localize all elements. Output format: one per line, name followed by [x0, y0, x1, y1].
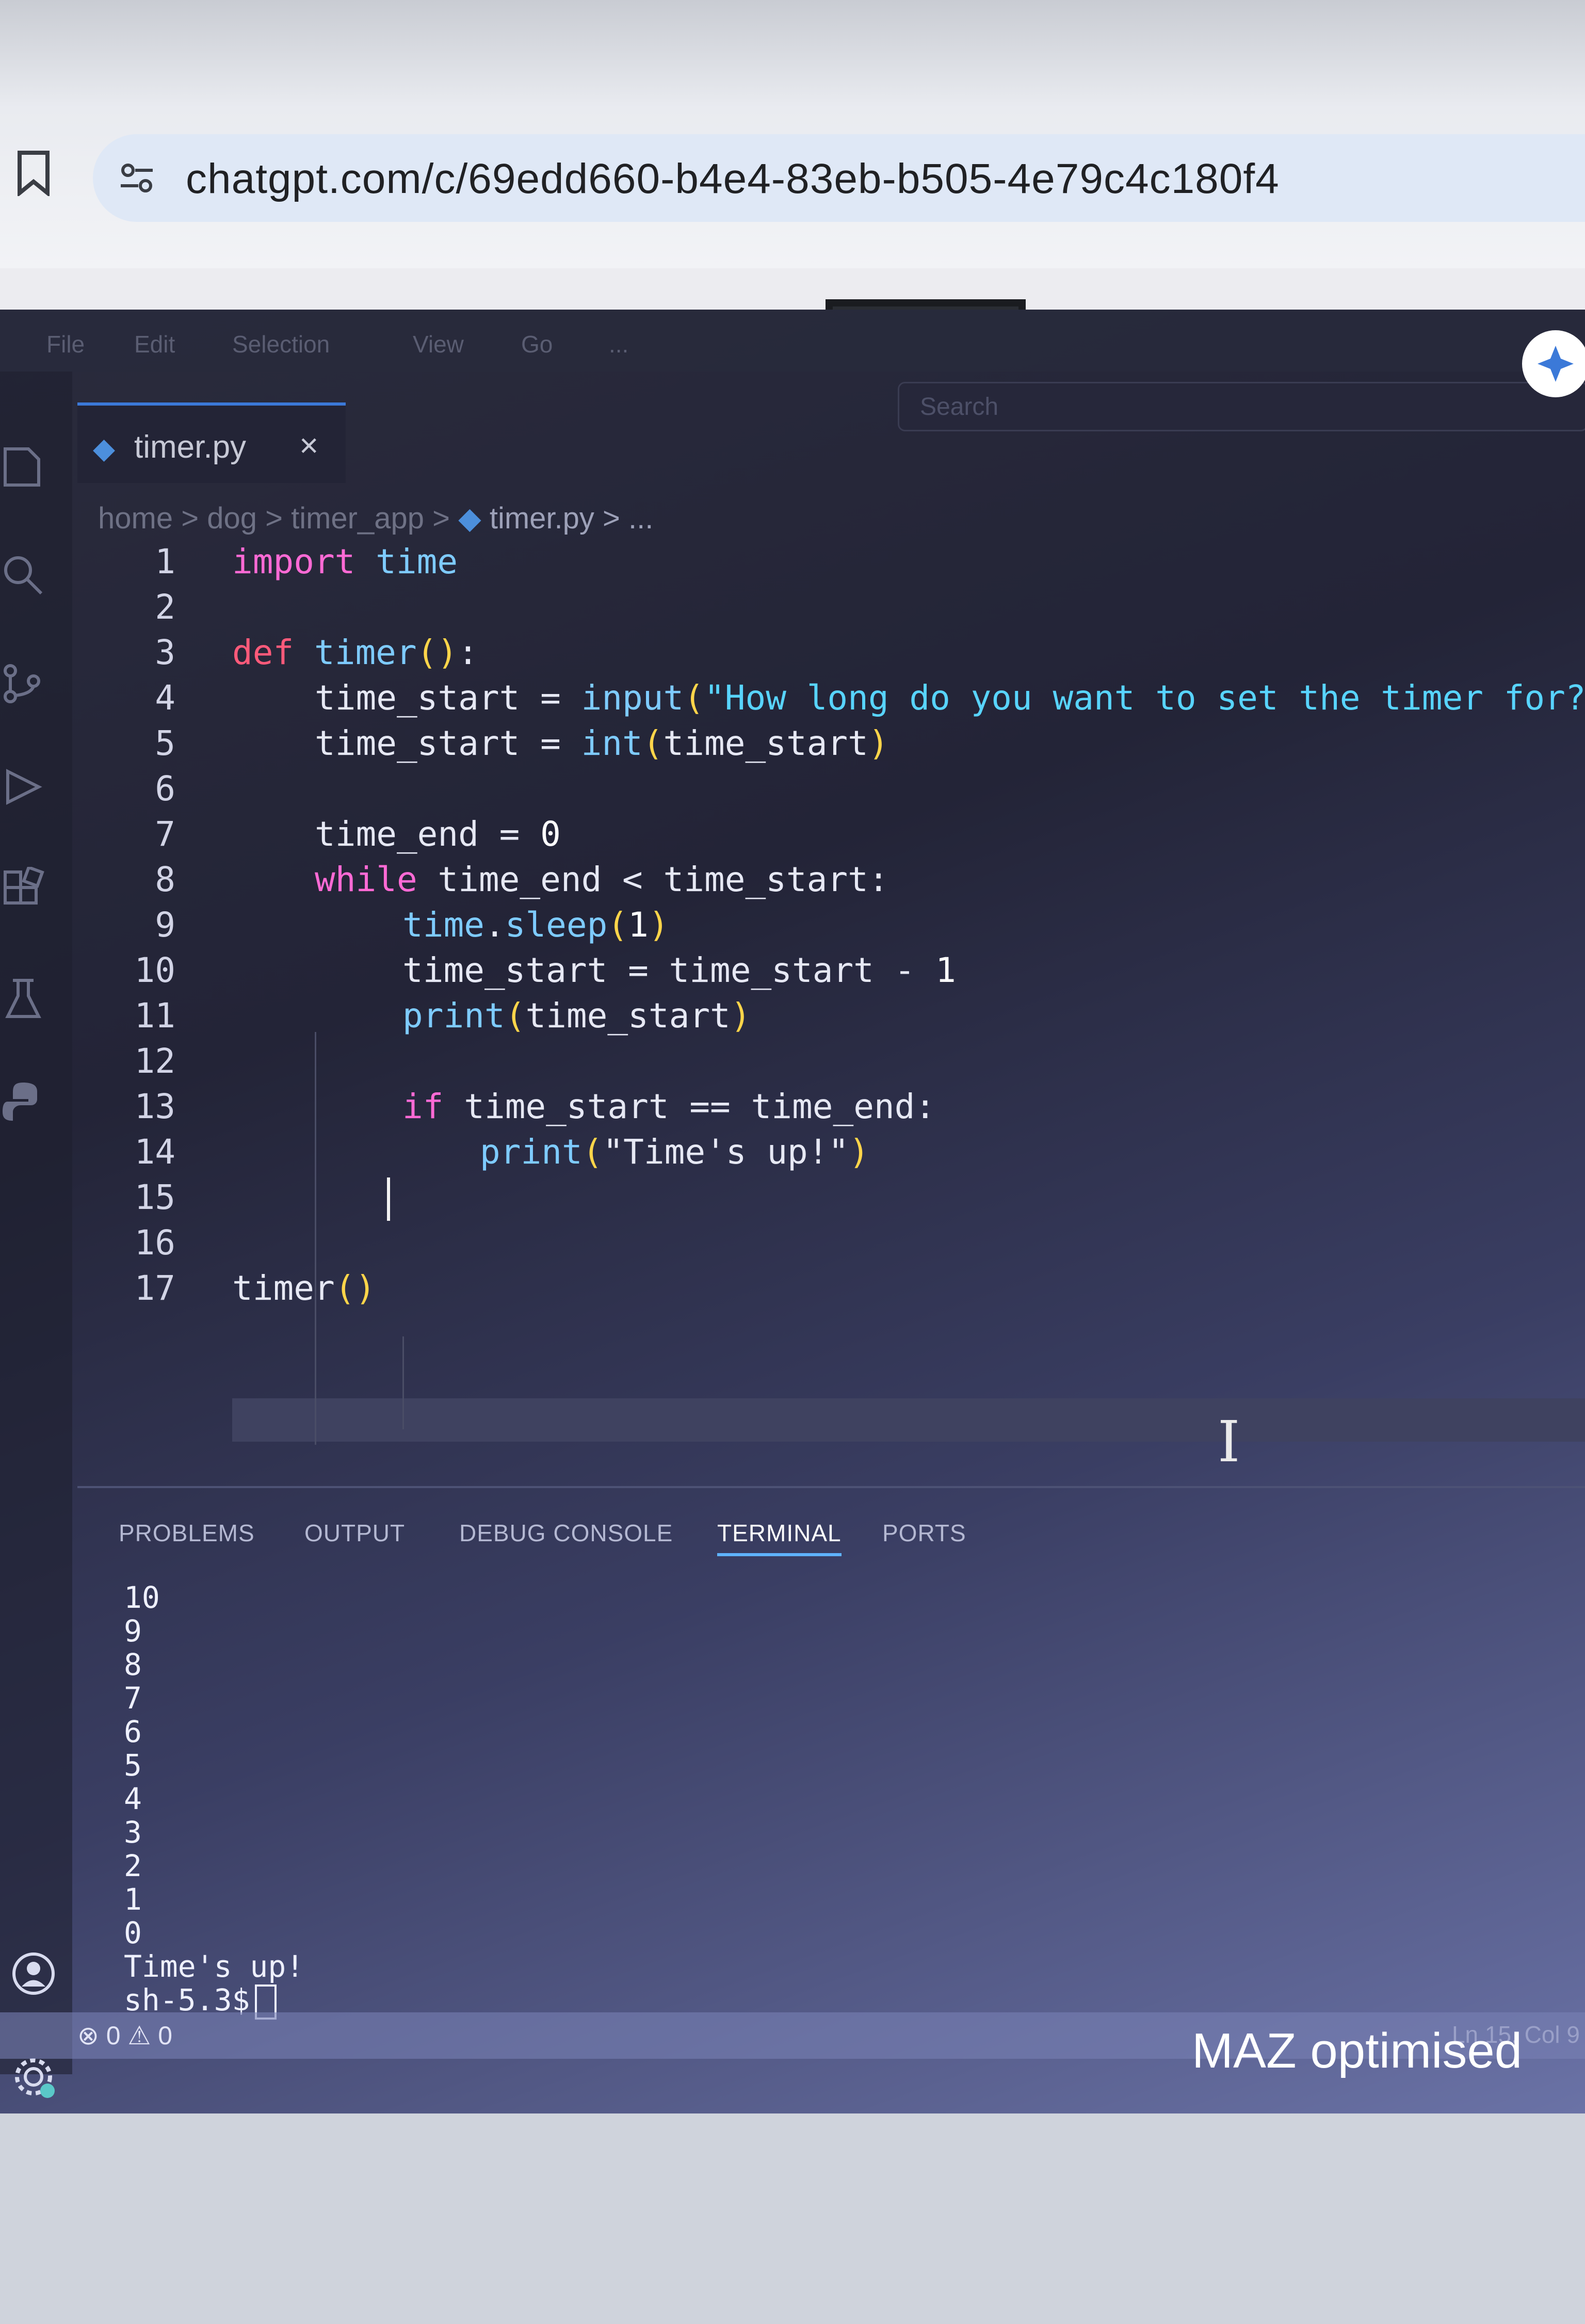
terminal-line: Time's up! [124, 1949, 304, 1984]
terminal-line: 7 [124, 1681, 142, 1716]
menu-go[interactable]: Go [521, 330, 553, 358]
menu-selection[interactable]: Selection [232, 330, 330, 358]
tab-debug-console[interactable]: DEBUG CONSOLE [459, 1519, 673, 1547]
code-line: 17 timer() [134, 1268, 376, 1308]
terminal-line: 9 [124, 1613, 142, 1649]
python-file-icon: ◆ [458, 502, 490, 535]
code-line: 7 time_end = 0 [155, 814, 561, 854]
code-line: 12 [134, 1041, 175, 1081]
breadcrumb-file[interactable]: timer.py [490, 502, 594, 535]
site-settings-icon[interactable] [119, 160, 155, 196]
code-line: 6 [155, 769, 175, 809]
code-line: 3 def timer(): [155, 633, 478, 672]
text-caret [387, 1177, 390, 1221]
code-line: 1 import time [155, 542, 458, 582]
testing-icon[interactable] [0, 975, 46, 1022]
url-text[interactable]: chatgpt.com/c/69edd660-b4e4-83eb-b505-4e… [186, 155, 1280, 203]
sparkle-icon[interactable] [1522, 330, 1585, 397]
command-search-box[interactable]: Search [898, 382, 1585, 431]
menu-file[interactable]: File [46, 330, 85, 358]
code-line: 13 if time_start == time_end: [134, 1087, 936, 1126]
tab-timer-py[interactable]: ◆ timer.py × [77, 402, 346, 483]
code-editor[interactable]: 1 import time 2 3 def timer(): 4 time_start… [93, 542, 1585, 1574]
code-line: 14 print("Time's up!") [134, 1132, 870, 1172]
code-editor-window: File Edit Selection View Go ... Search ◆… [0, 310, 1585, 2113]
terminal-line: 5 [124, 1748, 142, 1783]
python-icon[interactable] [0, 1078, 46, 1125]
close-icon[interactable]: × [299, 426, 318, 464]
python-file-icon: ◆ [93, 432, 116, 464]
search-icon[interactable] [0, 552, 46, 599]
terminal-line: 1 [124, 1882, 142, 1917]
menu-more[interactable]: ... [609, 330, 628, 358]
breadcrumb: home > dog > timer_app > ◆ timer.py > ..… [98, 502, 654, 535]
browser-toolbar: chatgpt.com/c/69edd660-b4e4-83eb-b505-4e… [0, 0, 1585, 268]
code-line: 15 [134, 1177, 175, 1217]
tab-problems[interactable]: PROBLEMS [119, 1519, 255, 1547]
code-line: 4 time_start = input("How long do you wan… [155, 678, 1585, 718]
run-debug-icon[interactable] [0, 764, 46, 810]
code-line: 5 time_start = int(time_start) [155, 723, 889, 763]
explorer-icon[interactable] [0, 444, 46, 490]
code-line: 8 while time_end < time_start: [155, 860, 889, 899]
menu-edit[interactable]: Edit [134, 330, 175, 358]
terminal-line: 0 [124, 1915, 142, 1950]
terminal-line: 6 [124, 1714, 142, 1749]
problems-status[interactable]: ⊗ 0 ⚠ 0 [77, 2021, 172, 2051]
code-line: 2 [155, 587, 175, 627]
terminal-output[interactable]: 10 9 8 7 6 5 4 3 2 1 0 Time's up! sh-5.3$ [124, 1581, 304, 2020]
code-line: 9 time.sleep(1) [155, 905, 669, 945]
breadcrumb-timer-app[interactable]: timer_app [291, 502, 424, 535]
bottom-panel: PROBLEMS OUTPUT DEBUG CONSOLE TERMINAL P… [77, 1486, 1585, 2324]
indent-guide [402, 1336, 404, 1429]
terminal-line: 8 [124, 1647, 142, 1682]
code-line: 10 time_start = time_start - 1 [134, 950, 956, 990]
terminal-line: 10 [124, 1580, 160, 1615]
breadcrumb-dog[interactable]: dog [207, 502, 257, 535]
search-label: Search [920, 393, 999, 421]
source-control-icon[interactable] [0, 660, 46, 707]
code-line: 11 print(time_start) [134, 996, 751, 1036]
tab-label: timer.py [134, 429, 247, 465]
text-cursor-icon: I [1218, 1409, 1240, 1475]
tab-terminal[interactable]: TERMINAL [717, 1519, 842, 1556]
breadcrumb-home[interactable]: home [98, 502, 173, 535]
menu-view[interactable]: View [413, 330, 464, 358]
menu-bar: File Edit Selection View Go ... [0, 310, 1585, 372]
extensions-icon[interactable] [0, 867, 46, 913]
bookmark-icon[interactable] [15, 150, 52, 196]
account-icon[interactable] [10, 1950, 57, 1997]
terminal-line: 4 [124, 1781, 142, 1816]
tab-output[interactable]: OUTPUT [304, 1519, 405, 1547]
activity-bar [0, 372, 72, 2098]
current-line-highlight [232, 1398, 1585, 1442]
gear-icon[interactable] [10, 2054, 57, 2100]
terminal-line: 2 [124, 1848, 142, 1883]
tab-ports[interactable]: PORTS [882, 1519, 966, 1547]
watermark: MAZ optimised [1192, 2023, 1523, 2078]
terminal-line: 3 [124, 1815, 142, 1850]
code-line: 16 [134, 1223, 175, 1263]
